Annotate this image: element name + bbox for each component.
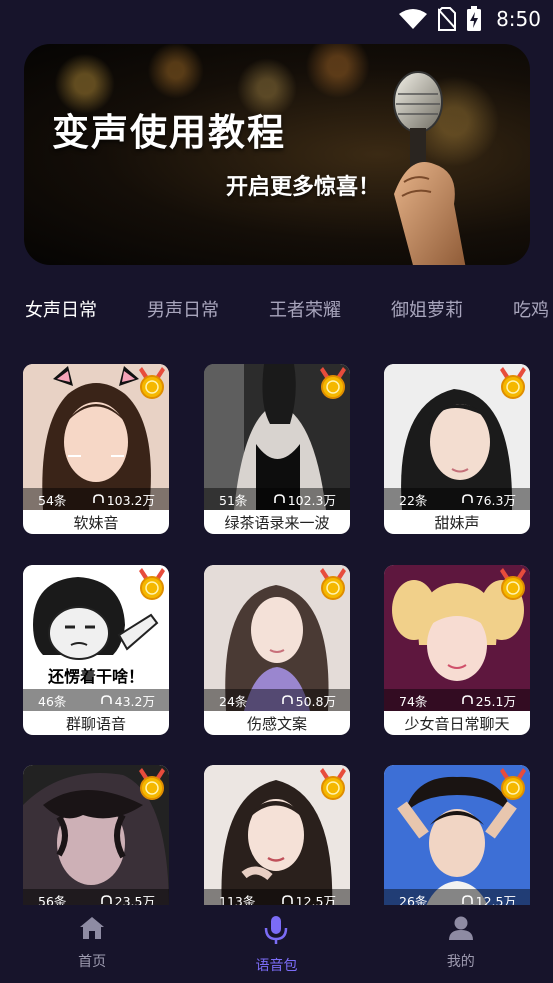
tab-female-daily[interactable]: 女声日常	[25, 292, 97, 336]
play-count: 50.8万	[281, 691, 336, 710]
headphones-icon	[461, 695, 473, 704]
no-sim-icon	[438, 7, 457, 31]
item-count: 56条	[38, 893, 67, 906]
card-stats: 51条 102.3万	[204, 488, 350, 510]
item-count: 51条	[219, 492, 248, 508]
status-bar: 8:50	[0, 0, 553, 38]
battery-charging-icon	[467, 6, 482, 31]
headphones-icon	[273, 494, 285, 503]
banner-title: 变声使用教程	[52, 111, 286, 154]
card-stats: 46条 43.2万	[23, 689, 169, 711]
card-name: 软妹音	[73, 513, 119, 532]
item-count: 74条	[399, 693, 428, 709]
status-icons: 8:50	[398, 6, 541, 32]
medal-icon	[500, 568, 526, 600]
nav-home[interactable]: 首页	[0, 905, 184, 983]
nav-voice-pack-label: 语音包	[255, 958, 298, 974]
item-count: 26条	[399, 893, 428, 906]
card-stats: 54条 103.2万	[23, 488, 169, 510]
wifi-icon	[399, 9, 428, 29]
medal-icon	[139, 367, 165, 399]
item-count: 113条	[219, 893, 256, 906]
voice-pack-card[interactable]: 51条 102.3万 绿茶语录来一波	[204, 364, 350, 534]
nav-home-label: 首页	[78, 954, 107, 970]
play-count-value: 50.8万	[295, 693, 336, 709]
status-time: 8:50	[496, 7, 541, 31]
meme-caption: 还愣着干啥！	[47, 667, 144, 686]
medal-icon	[320, 568, 346, 600]
tab-pubg[interactable]: 吃鸡	[513, 292, 549, 336]
card-stats: 56条 23.5万	[23, 889, 169, 905]
profile-icon	[448, 916, 473, 940]
medal-icon	[139, 768, 165, 800]
card-name: 群聊语音	[65, 714, 126, 733]
card-stats: 24条 50.8万	[204, 689, 350, 711]
category-tabs: 女声日常 男声日常 王者荣耀 御姐萝莉 吃鸡	[0, 292, 553, 336]
voice-pack-card[interactable]: 74条 25.1万 少女音日常聊天	[384, 565, 530, 735]
nav-profile-label: 我的	[446, 954, 475, 970]
card-name: 绿茶语录来一波	[224, 513, 330, 532]
play-count-value: 76.3万	[475, 492, 516, 508]
item-count: 22条	[399, 492, 428, 508]
voice-pack-card[interactable]: 113条 12.5万	[204, 765, 350, 905]
tab-lady-loli[interactable]: 御姐萝莉	[391, 292, 463, 336]
headphones-icon	[281, 695, 293, 704]
play-count-value: 12.5万	[475, 893, 516, 906]
voice-pack-card[interactable]: 还愣着干啥！ 46条 43.2万 群聊语音	[23, 565, 169, 735]
bottom-navigation: 首页 语音包 我的	[0, 905, 553, 983]
play-count: 12.5万	[281, 891, 336, 906]
headphones-icon	[281, 895, 293, 904]
tab-male-daily[interactable]: 男声日常	[147, 292, 219, 336]
voice-pack-card[interactable]: 54条 103.2万 软妹音	[23, 364, 169, 534]
item-count: 24条	[219, 693, 248, 709]
card-name: 甜妹声	[434, 513, 480, 532]
headphones-icon	[461, 494, 473, 503]
play-count: 102.3万	[273, 490, 336, 509]
play-count: 103.2万	[92, 490, 155, 509]
voice-pack-card[interactable]: 22条 76.3万 甜妹声	[384, 364, 530, 534]
medal-icon	[500, 768, 526, 800]
medal-icon	[320, 367, 346, 399]
card-name: 伤感文案	[246, 714, 307, 733]
voice-pack-grid: 54条 103.2万 软妹音 51条 102.3万 绿茶语录来一波 22条 76…	[23, 364, 530, 905]
nav-profile[interactable]: 我的	[369, 905, 553, 983]
medal-icon	[320, 768, 346, 800]
microphone-hand-icon	[393, 71, 466, 265]
play-count-value: 102.3万	[287, 492, 336, 508]
play-count-value: 103.2万	[106, 492, 155, 508]
tab-honor-of-kings[interactable]: 王者荣耀	[269, 292, 341, 336]
play-count-value: 43.2万	[114, 693, 155, 709]
play-count: 23.5万	[100, 891, 155, 906]
play-count-value: 23.5万	[114, 893, 155, 906]
card-stats: 113条 12.5万	[204, 889, 350, 905]
headphones-icon	[92, 494, 104, 503]
play-count: 76.3万	[461, 490, 516, 509]
card-stats: 74条 25.1万	[384, 689, 530, 711]
voice-pack-card[interactable]: 56条 23.5万	[23, 765, 169, 905]
medal-icon	[139, 568, 165, 600]
voice-pack-card[interactable]: 26条 12.5万	[384, 765, 530, 905]
voice-pack-card[interactable]: 24条 50.8万 伤感文案	[204, 565, 350, 735]
play-count: 25.1万	[461, 691, 516, 710]
play-count: 12.5万	[461, 891, 516, 906]
card-stats: 26条 12.5万	[384, 889, 530, 905]
headphones-icon	[100, 695, 112, 704]
item-count: 46条	[38, 693, 67, 709]
item-count: 54条	[38, 492, 67, 508]
medal-icon	[500, 367, 526, 399]
play-count: 43.2万	[100, 691, 155, 710]
headphones-icon	[100, 895, 112, 904]
play-count-value: 12.5万	[295, 893, 336, 906]
banner-subtitle: 开启更多惊喜！	[226, 175, 381, 200]
tutorial-banner[interactable]: 变声使用教程 开启更多惊喜！	[24, 44, 530, 265]
play-count-value: 25.1万	[475, 693, 516, 709]
card-name: 少女音日常聊天	[404, 714, 510, 733]
card-stats: 22条 76.3万	[384, 488, 530, 510]
microphone-icon	[265, 916, 288, 944]
nav-voice-pack[interactable]: 语音包	[184, 905, 368, 983]
headphones-icon	[461, 895, 473, 904]
home-icon	[80, 917, 105, 939]
